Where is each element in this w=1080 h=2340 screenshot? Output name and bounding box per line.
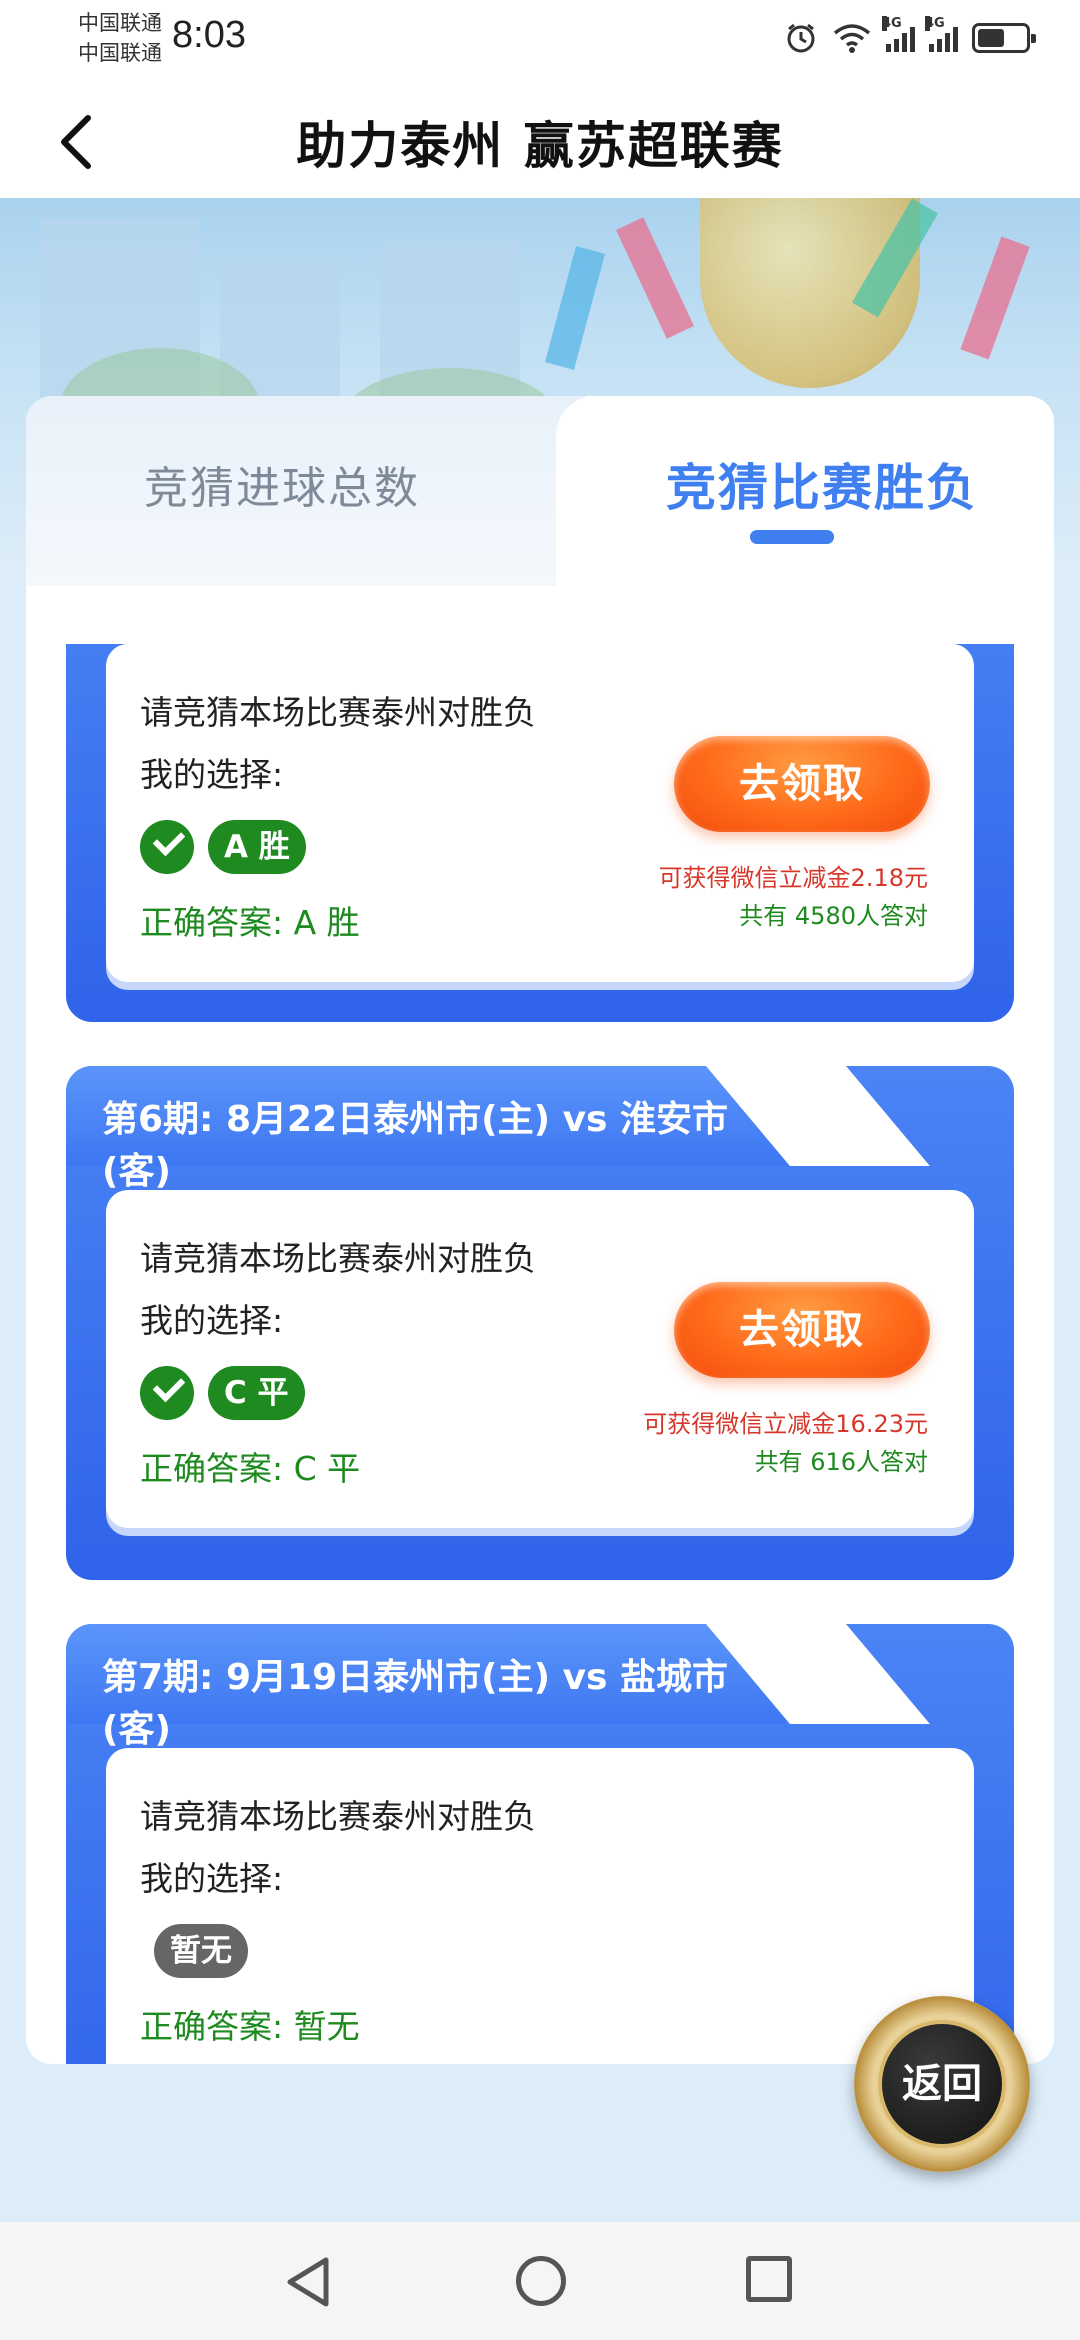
correct-count: 共有 4580人答对 bbox=[739, 902, 928, 930]
round-card: 第7期: 9月19日泰州市(主) vs 盐城市(客) 请竞猜本场比赛泰州对胜负 … bbox=[66, 1624, 1014, 2064]
correct-answer: 正确答案: C 平 bbox=[140, 1449, 361, 1488]
round-card: 请竞猜本场比赛泰州对胜负 我的选择: A 胜 正确答案: A 胜 去领取 可获得… bbox=[66, 644, 1014, 1022]
correct-count: 共有 616人答对 bbox=[754, 1448, 928, 1476]
page-title: 助力泰州 赢苏超联赛 bbox=[296, 117, 784, 175]
active-tab-indicator bbox=[750, 530, 834, 544]
reward-text: 可获得微信立减金2.18元 bbox=[658, 864, 928, 892]
quiz-card: 请竞猜本场比赛泰州对胜负 我的选择: A 胜 正确答案: A 胜 去领取 可获得… bbox=[106, 644, 974, 982]
question-text: 请竞猜本场比赛泰州对胜负 bbox=[140, 1239, 536, 1278]
cell-signal-icon-2: 4G bbox=[925, 16, 958, 52]
claim-button[interactable]: 去领取 bbox=[674, 1282, 930, 1378]
check-icon bbox=[140, 820, 194, 874]
nav-home-icon[interactable] bbox=[516, 2256, 566, 2306]
status-bar: 中国联通 中国联通 8:03 4G 4G bbox=[0, 0, 1080, 80]
quiz-card: 请竞猜本场比赛泰州对胜负 我的选择: 暂无 正确答案: 暂无 bbox=[106, 1748, 974, 2064]
round-header: 第6期: 8月22日泰州市(主) vs 淮安市(客) bbox=[66, 1066, 786, 1192]
main-card: 竞猜进球总数 竞猜比赛胜负 请竞猜本场比赛泰州对胜负 我的选择: A 胜 正确答… bbox=[26, 396, 1054, 2064]
return-label: 返回 bbox=[878, 2020, 1006, 2148]
tab-label: 竞猜比赛胜负 bbox=[666, 459, 978, 517]
round-card: 第6期: 8月22日泰州市(主) vs 淮安市(客) 请竞猜本场比赛泰州对胜负 … bbox=[66, 1066, 1014, 1580]
carrier-1: 中国联通 bbox=[78, 11, 162, 35]
claim-button[interactable]: 去领取 bbox=[674, 736, 930, 832]
round-title: 第6期: 8月22日泰州市(主) vs 淮安市(客) bbox=[102, 1099, 728, 1192]
app-header: 助力泰州 赢苏超联赛 bbox=[0, 80, 1080, 198]
tab-win-lose[interactable]: 竞猜比赛胜负 bbox=[556, 396, 1054, 586]
carrier-2: 中国联通 bbox=[78, 41, 162, 65]
round-title: 第7期: 9月19日泰州市(主) vs 盐城市(客) bbox=[102, 1657, 728, 1750]
network-type-2: 4G bbox=[925, 16, 945, 31]
question-text: 请竞猜本场比赛泰州对胜负 bbox=[140, 1797, 536, 1836]
my-choice-label: 我的选择: bbox=[140, 755, 284, 794]
battery-icon bbox=[972, 23, 1036, 53]
network-type-1: 4G bbox=[882, 16, 902, 31]
system-nav-bar bbox=[0, 2222, 1080, 2340]
wifi-icon bbox=[833, 24, 871, 53]
correct-answer: 正确答案: 暂无 bbox=[140, 2007, 360, 2046]
correct-answer: 正确答案: A 胜 bbox=[140, 903, 360, 942]
tab-total-goals[interactable]: 竞猜进球总数 bbox=[26, 396, 586, 586]
tab-label: 竞猜进球总数 bbox=[144, 463, 420, 514]
rounds-list: 请竞猜本场比赛泰州对胜负 我的选择: A 胜 正确答案: A 胜 去领取 可获得… bbox=[26, 644, 1054, 2064]
question-text: 请竞猜本场比赛泰州对胜负 bbox=[140, 693, 536, 732]
carrier-labels: 中国联通 中国联通 bbox=[78, 8, 162, 68]
choice-badge: 暂无 bbox=[154, 1924, 248, 1978]
cell-signal-icon: 4G bbox=[882, 16, 915, 52]
quiz-card: 请竞猜本场比赛泰州对胜负 我的选择: C 平 正确答案: C 平 去领取 可获得… bbox=[106, 1190, 974, 1528]
my-choice-label: 我的选择: bbox=[140, 1859, 284, 1898]
status-time: 8:03 bbox=[172, 14, 246, 56]
nav-back-icon[interactable] bbox=[282, 2254, 334, 2310]
return-button[interactable]: 返回 bbox=[854, 1996, 1030, 2172]
my-choice-label: 我的选择: bbox=[140, 1301, 284, 1340]
alarm-icon bbox=[787, 23, 815, 53]
round-header: 第7期: 9月19日泰州市(主) vs 盐城市(客) bbox=[66, 1624, 786, 1750]
reward-text: 可获得微信立减金16.23元 bbox=[643, 1410, 928, 1438]
choice-badge: A 胜 bbox=[208, 820, 306, 874]
tab-bar: 竞猜进球总数 竞猜比赛胜负 bbox=[26, 396, 1054, 586]
check-icon bbox=[140, 1366, 194, 1420]
nav-recent-icon[interactable] bbox=[746, 2256, 792, 2302]
choice-badge: C 平 bbox=[208, 1366, 305, 1420]
status-icons: 4G 4G bbox=[784, 16, 1036, 58]
